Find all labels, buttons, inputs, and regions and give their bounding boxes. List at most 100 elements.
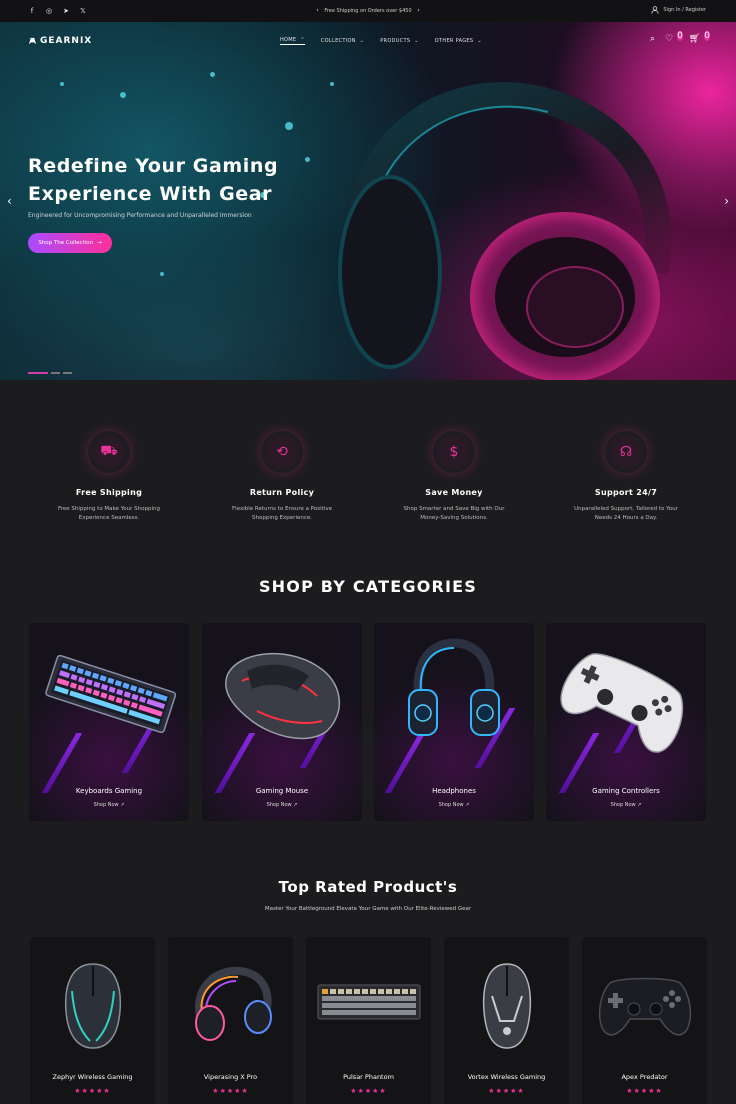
feature-desc-line: Shopping Experience. [252,515,312,521]
shop-now-label: Shop Now [266,802,292,808]
feature-desc-line: Free Shipping to Make Your Shopping [58,506,160,512]
feature-title: Save Money [425,488,483,497]
promo-next-icon[interactable]: › [417,7,419,14]
truck-icon: ⛟ [87,430,131,474]
feature-desc-line: Needs 24 Hours a Day. [594,515,658,521]
shop-collection-label: Shop The Collection [38,240,94,246]
hero-slider: GEARNIX HOME ⌃ COLLECTION ⌄ PRODUCTS ⌄ OTHE… [0,22,736,380]
feature-desc: Unparalleled Support, Tailored to Your Ne… [541,505,711,523]
promo-banner: ‹ Free Shipping on Orders over $450 › [0,7,736,14]
arrow-up-right-icon: ↗ [120,802,125,808]
bokeh-dot [60,82,64,86]
cart-icon[interactable]: 🛒︎ 0 [689,31,710,44]
bokeh-dot [285,122,293,130]
category-card-headphones[interactable]: Headphones Shop Now ↗ [374,623,534,821]
product-name: Apex Predator [621,1073,668,1081]
piggy-bank-icon: $ [432,430,476,474]
slide-dot-3[interactable] [63,372,72,374]
nav-menu: HOME ⌃ COLLECTION ⌄ PRODUCTS ⌄ OTHER PAGES ⌄ [280,37,482,45]
chevron-up-icon: ⌃ [300,37,305,43]
product-card[interactable]: Apex Predator ★★★★★ [582,937,707,1104]
chevron-down-icon: ⌄ [359,38,365,44]
chevron-down-icon: ⌄ [414,38,419,44]
hero-title: Redefine Your Gaming Experience With Gea… [28,152,328,208]
slider-next-icon[interactable]: › [724,194,729,208]
product-name: Zephyr Wireless Gaming [52,1073,133,1081]
feature-desc: Free Shipping to Make Your Shopping Exper… [24,505,194,523]
category-card-controllers[interactable]: Gaming Controllers Shop Now ↗ [546,623,706,821]
brand-name: GEARNIX [40,36,93,46]
category-shop-link[interactable]: Shop Now ↗ [374,802,534,808]
feature-title: Support 24/7 [594,488,658,497]
product-rating-stars: ★★★★★ [626,1087,663,1095]
feature-desc-line: Money-Saving Solutions. [420,515,488,521]
category-shop-link[interactable]: Shop Now ↗ [29,802,189,808]
product-image-keyboard [317,984,421,1020]
hero-subtitle: Engineered for Uncompromising Performanc… [28,212,252,219]
nav-products[interactable]: PRODUCTS ⌄ [380,37,419,45]
top-rated-title: Top Rated Product's [278,878,458,896]
arrow-right-icon: → [97,240,102,246]
product-image-gamepad [598,977,692,1036]
slide-dot-2[interactable] [51,372,60,374]
product-rating-stars: ★★★★★ [212,1087,249,1095]
product-card[interactable]: Viperasing X Pro ★★★★★ [168,937,293,1104]
main-nav: GEARNIX HOME ⌃ COLLECTION ⌄ PRODUCTS ⌄ OTHE… [0,22,736,60]
category-name: Gaming Mouse [255,787,309,795]
hero-title-line1: Redefine Your Gaming [28,155,279,177]
gamepad-logo-icon [28,37,37,45]
feature-return-policy: ⟲ Return Policy Flexible Returns to Ensu… [197,430,367,523]
product-name: Vortex Wireless Gaming [467,1073,546,1081]
nav-collection[interactable]: COLLECTION ⌄ [321,37,364,45]
feature-desc-line: Shop Smarter and Save Big with Our [403,506,505,512]
feature-free-shipping: ⛟ Free Shipping Free Shipping to Make Yo… [24,430,194,523]
feature-title: Return Policy [249,488,315,497]
wishlist-icon[interactable]: ♡ 0 [665,31,683,44]
brand-logo[interactable]: GEARNIX [28,36,92,46]
wishlist-count: 0 [677,31,683,41]
top-rated-subtitle: Master Your Battleground Elevate Your Ga… [264,906,472,912]
category-shop-link[interactable]: Shop Now ↗ [202,802,362,808]
nav-collection-label: COLLECTION [320,38,356,44]
arrow-up-right-icon: ↗ [637,802,642,808]
nav-home[interactable]: HOME ⌃ [280,37,305,45]
headphones-image [408,638,500,736]
promo-prev-icon[interactable]: ‹ [316,7,318,14]
bokeh-dot [120,92,126,98]
shop-collection-button[interactable]: Shop The Collection → [28,233,112,253]
nav-other-pages[interactable]: OTHER PAGES ⌄ [435,37,482,45]
category-card-keyboards[interactable]: Keyboards Gaming Shop Now ↗ [29,623,189,821]
slider-prev-icon[interactable]: ‹ [7,194,12,208]
bokeh-dot [210,72,215,77]
chevron-down-icon: ⌄ [477,38,482,44]
promo-text: Free Shipping on Orders over $450 [324,8,412,14]
feature-desc-line: Flexible Returns to Ensure a Positive [232,506,332,512]
keyboard-image [45,654,177,734]
feature-save-money: $ Save Money Shop Smarter and Save Big w… [369,430,539,523]
cart-count: 0 [704,31,710,41]
feature-desc: Shop Smarter and Save Big with Our Money-… [369,505,539,523]
shop-now-label: Shop Now [610,802,636,808]
category-shop-link[interactable]: Shop Now ↗ [546,802,706,808]
account-link[interactable]: Sign In / Register [651,6,706,14]
product-card[interactable]: Zephyr Wireless Gaming ★★★★★ [30,937,155,1104]
category-card-mouse[interactable]: Gaming Mouse Shop Now ↗ [202,623,362,821]
feature-desc-line: Experience Seamless. [78,515,140,521]
search-icon[interactable]: ⌕ [650,34,655,44]
arrow-up-right-icon: ↗ [465,802,470,808]
product-name: Viperasing X Pro [203,1073,258,1081]
categories-title: SHOP BY CATEGORIES [258,577,478,596]
product-image-mouse [64,963,122,1049]
slider-pagination [28,372,72,374]
feature-title: Free Shipping [75,488,143,497]
arrow-up-right-icon: ↗ [293,802,298,808]
category-name: Headphones [432,787,476,795]
product-card[interactable]: Pulsar Phantom ★★★★★ [306,937,431,1104]
category-name: Keyboards Gaming [75,787,143,795]
nav-home-label: HOME [280,37,297,43]
headset-icon: ☊ [604,430,648,474]
product-card[interactable]: Vortex Wireless Gaming ★★★★★ [444,937,569,1104]
gamepad-image [560,653,684,753]
gaming-mouse-image [225,653,341,740]
slide-dot-1[interactable] [28,372,48,374]
